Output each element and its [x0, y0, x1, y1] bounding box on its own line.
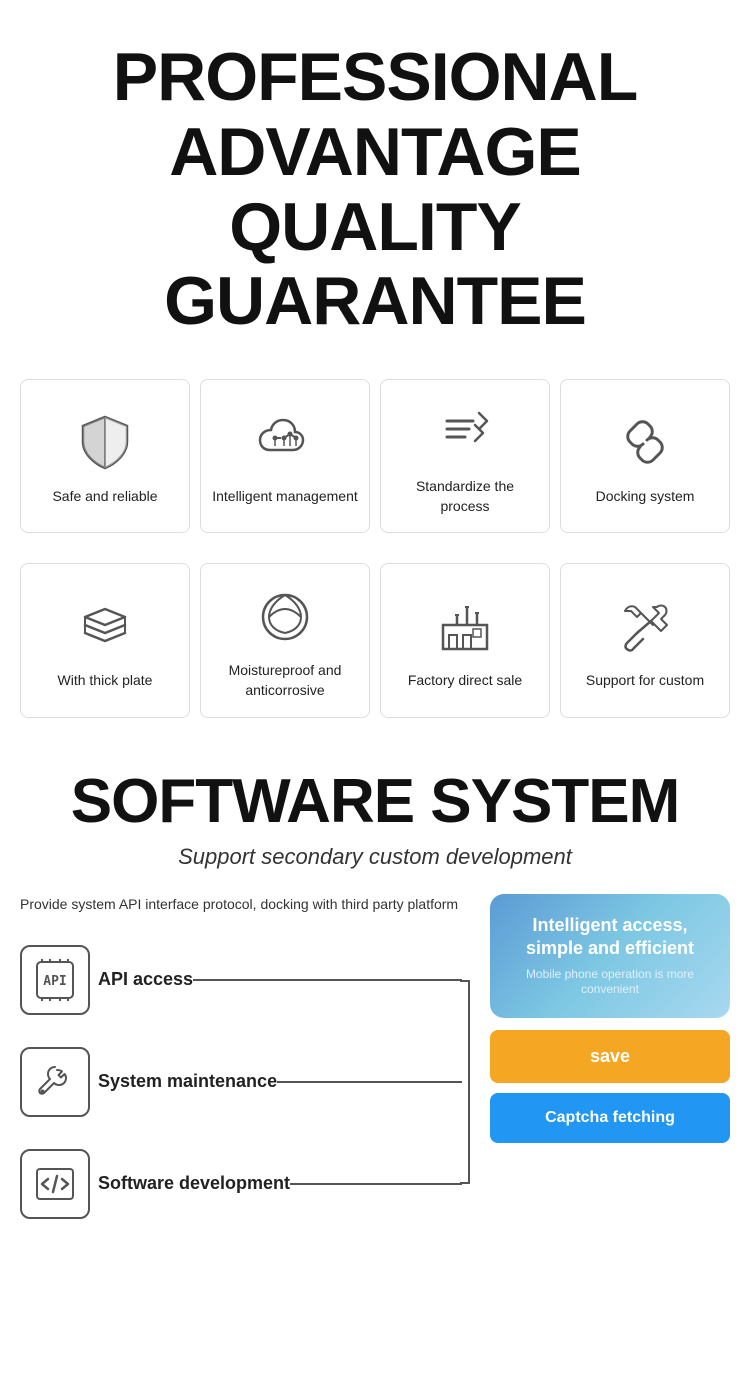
layers-icon [73, 594, 138, 659]
title-line2: ADVANTAGE [169, 114, 581, 190]
maintenance-icon-box [20, 1047, 90, 1117]
feature-thick-plate: With thick plate [20, 563, 190, 717]
feature-moistureproof-label: Moistureproof and anticorrosive [211, 661, 359, 700]
wrench-icon [34, 1061, 76, 1103]
page-header: PROFESSIONAL ADVANTAGE QUALITY GUARANTEE [0, 0, 750, 369]
api-horiz-line [193, 979, 462, 981]
save-button[interactable]: save [490, 1030, 730, 1083]
maintenance-horiz-line [277, 1081, 462, 1083]
feature-factory: Factory direct sale [380, 563, 550, 717]
bracket-top-cap [460, 980, 470, 982]
api-icon: API [34, 959, 76, 1001]
feature-standardize-label: Standardize the process [391, 477, 539, 516]
feature-support-custom: Support for custom [560, 563, 730, 717]
arrow-list-icon [433, 400, 498, 465]
feature-factory-label: Factory direct sale [408, 671, 522, 691]
software-subtitle: Support secondary custom development [20, 844, 730, 870]
feature-standardize: Standardize the process [380, 379, 550, 533]
bracket-bottom-cap [460, 1182, 470, 1184]
phone-main-text: Intelligent access, simple and efficient [506, 914, 714, 961]
software-left: Provide system API interface protocol, d… [20, 894, 470, 1219]
software-body: Provide system API interface protocol, d… [20, 894, 730, 1219]
title-line1: PROFESSIONAL [113, 39, 638, 115]
dev-horiz-line [290, 1183, 462, 1185]
cloud-icon [253, 410, 318, 475]
feature-intelligent: Intelligent management [200, 379, 370, 533]
api-icon-box: API [20, 945, 90, 1015]
feature-safe-reliable: Safe and reliable [20, 379, 190, 533]
software-title: SOFTWARE SYSTEM [20, 768, 730, 836]
software-right-panel: Intelligent access, simple and efficient… [490, 894, 730, 1143]
software-description: Provide system API interface protocol, d… [20, 894, 470, 915]
phone-mockup: Intelligent access, simple and efficient… [490, 894, 730, 1018]
feature-safe-reliable-label: Safe and reliable [52, 487, 157, 507]
captcha-button[interactable]: Captcha fetching [490, 1093, 730, 1143]
link-icon [613, 410, 678, 475]
tools-icon [613, 594, 678, 659]
features-row2: With thick plate Moistureproof and antic… [0, 553, 750, 727]
dev-connector: Software development [90, 1172, 470, 1195]
maintenance-label: System maintenance [98, 1070, 277, 1093]
features-row1: Safe and reliable Intelligent management [0, 369, 750, 543]
shield-icon [73, 410, 138, 475]
software-section: SOFTWARE SYSTEM Support secondary custom… [0, 738, 750, 1239]
phone-sub-text: Mobile phone operation is more convenien… [506, 967, 714, 998]
dev-icon-box [20, 1149, 90, 1219]
software-item-maintenance: System maintenance [20, 1047, 470, 1117]
api-connector: API access [90, 968, 470, 991]
leaf-icon [253, 584, 318, 649]
svg-text:API: API [43, 974, 66, 989]
factory-icon [433, 594, 498, 659]
main-title: PROFESSIONAL ADVANTAGE QUALITY GUARANTEE [20, 40, 730, 339]
api-label: API access [98, 968, 193, 991]
feature-thick-plate-label: With thick plate [58, 671, 153, 691]
feature-intelligent-label: Intelligent management [212, 487, 358, 507]
dev-label: Software development [98, 1172, 290, 1195]
feature-moistureproof: Moistureproof and anticorrosive [200, 563, 370, 717]
feature-docking-label: Docking system [596, 487, 695, 507]
software-item-dev: Software development [20, 1149, 470, 1219]
title-line3: QUALITY GUARANTEE [164, 189, 586, 340]
feature-docking: Docking system [560, 379, 730, 533]
code-icon [34, 1163, 76, 1205]
maintenance-connector: System maintenance [90, 1070, 470, 1093]
bracket-vertical-line [468, 980, 470, 1184]
software-item-api: API API access [20, 945, 470, 1015]
software-items-container: API API access [20, 945, 470, 1219]
feature-support-custom-label: Support for custom [586, 671, 704, 691]
